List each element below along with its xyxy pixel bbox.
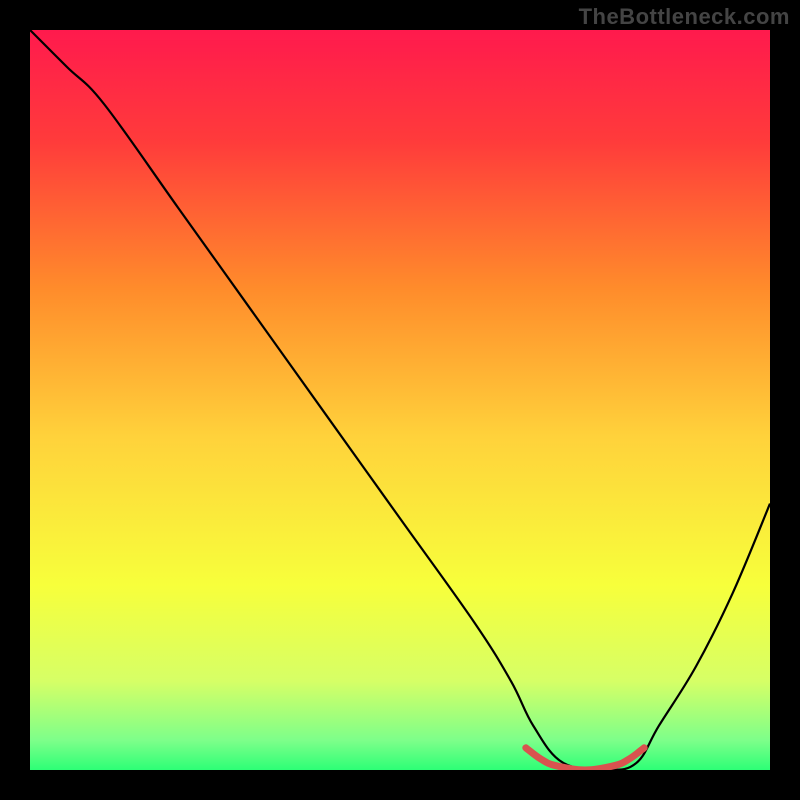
watermark-text: TheBottleneck.com: [579, 4, 790, 30]
plot-area: [30, 30, 770, 770]
chart-svg: [30, 30, 770, 770]
gradient-background: [30, 30, 770, 770]
chart-frame: TheBottleneck.com: [0, 0, 800, 800]
